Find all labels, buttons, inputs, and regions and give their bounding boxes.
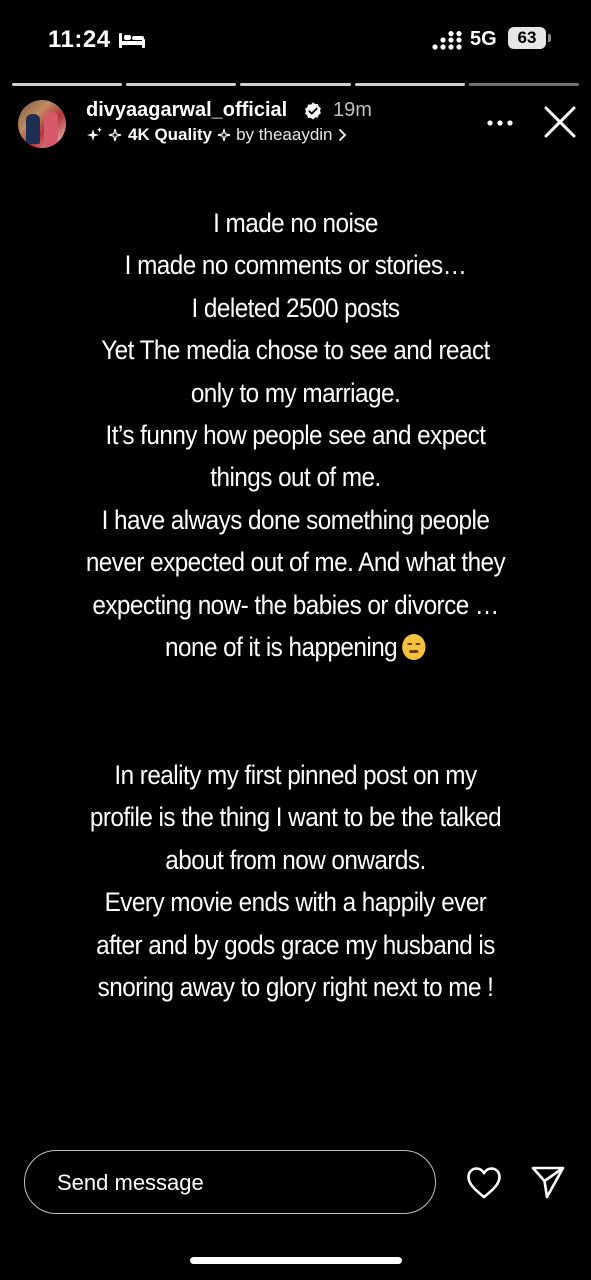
story-text-paragraph-1: I made no noise I made no comments or st… (66, 202, 526, 668)
send-message-input[interactable]: Send message (24, 1150, 436, 1214)
post-time-ago: 19m (333, 99, 372, 121)
music-artist: by theaaydin (236, 125, 333, 144)
verified-icon (305, 102, 321, 120)
story-text-line: none of it is happening (165, 632, 398, 663)
username[interactable]: divyaagarwal_official (86, 99, 287, 122)
signal-icon (432, 31, 462, 50)
music-title: 4K Quality (128, 125, 213, 144)
story-text-line: only to my marriage. (190, 377, 401, 408)
progress-segment (354, 83, 465, 86)
network-label: 5G (470, 28, 497, 50)
status-bar: 11:24 5G 63 (0, 0, 591, 80)
story-text-line: profile is the thing I want to be the ta… (89, 802, 502, 833)
status-time: 11:24 (48, 26, 111, 53)
story-text-line: about from now onwards. (165, 844, 426, 875)
send-icon[interactable] (530, 1164, 566, 1200)
story-text-line: Every movie ends with a happily ever (104, 887, 487, 918)
story-text-line: In reality my first pinned post on my (114, 760, 477, 790)
chevron-right-icon (338, 129, 346, 141)
story-text-line: I deleted 2500 posts (191, 292, 400, 323)
battery-tip (548, 34, 551, 42)
send-message-placeholder: Send message (57, 1170, 204, 1195)
story-text-line: snoring away to glory right next to me ! (97, 972, 494, 1003)
home-indicator (190, 1257, 402, 1264)
unamused-emoji-icon (402, 634, 426, 661)
story-progress-bar (12, 83, 580, 86)
sparkle-icon (217, 128, 231, 142)
music-attribution[interactable]: 4K Quality by theaaydin (86, 125, 349, 145)
story-text-line: Yet The media chose to see and react (101, 335, 490, 366)
story-text-line: I made no comments or stories… (124, 250, 467, 281)
progress-segment (468, 83, 580, 86)
story-text-line: expecting now- the babies or divorce … (92, 589, 499, 620)
close-icon[interactable] (542, 104, 578, 140)
bed-icon (119, 33, 145, 48)
progress-segment (126, 83, 237, 86)
sparkle-icon (87, 127, 122, 142)
battery-indicator: 63 (508, 27, 546, 49)
story-text-paragraph-2: In reality my first pinned post on my pr… (66, 754, 526, 1008)
story-text-line: I made no noise (213, 208, 378, 238)
story-text-line: things out of me. (210, 462, 381, 493)
story-text-line: after and by gods grace my husband is (96, 929, 495, 960)
story-text-line: I have always done something people (101, 504, 490, 535)
heart-icon[interactable] (466, 1166, 502, 1200)
story-text-line-last: none of it is happening (66, 626, 526, 668)
story-text-line: never expected out of me. And what they (85, 547, 506, 578)
more-icon[interactable] (486, 112, 514, 134)
progress-segment (12, 83, 123, 86)
avatar[interactable] (18, 100, 66, 148)
progress-segment (240, 83, 351, 86)
story-text-line: It’s funny how people see and expect (105, 420, 487, 451)
